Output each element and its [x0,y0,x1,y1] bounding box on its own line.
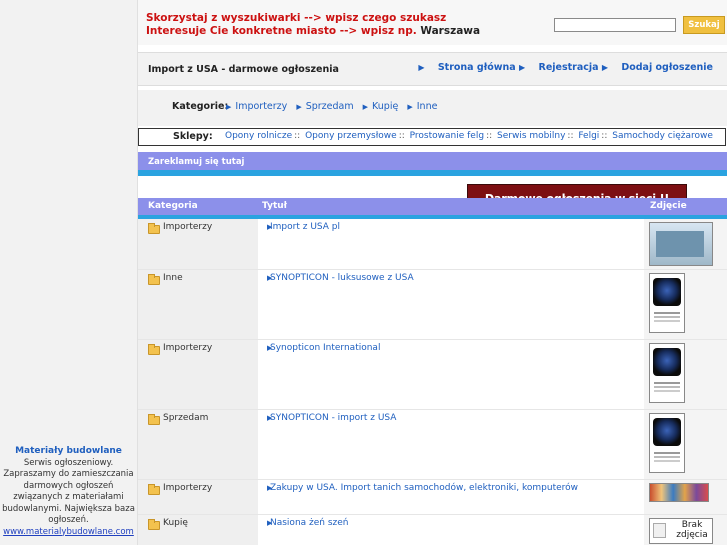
category-label: Kategorie: [172,101,229,112]
no-image-label: Brak zdjęcia [676,520,708,540]
folder-icon [148,519,160,530]
thumbnail-image[interactable] [649,222,713,266]
row-title-link[interactable]: Synopticon International [270,343,380,353]
row-title-link[interactable]: Zakupy w USA. Import tanich samochodów, … [270,483,578,493]
arrow-icon: ▶ [362,103,369,111]
search-hint-text: Skorzystaj z wyszukiwarki --> wpisz czeg… [146,12,480,38]
category-link-inne[interactable]: Inne [417,101,438,112]
hint-line1-b: wpisz czego szukasz [325,12,447,24]
column-header-category: Kategoria [148,201,198,211]
page-title: Import z USA - darmowe ogłoszenia [148,64,339,75]
category-link-sprzedam[interactable]: Sprzedam [306,101,354,112]
row-title-link[interactable]: SYNOPTICON - import z USA [270,413,396,423]
sidebar-ad-title[interactable]: Materiały budowlane [0,446,137,458]
shop-link[interactable]: Serwis mobilny [497,131,565,141]
row-title-link[interactable]: SYNOPTICON - luksusowe z USA [270,273,414,283]
row-title-link[interactable]: Import z USA pl [270,222,340,232]
category-bar: Kategorie: ▶ Importerzy ▶ Sprzedam ▶ Kupię … [138,90,727,214]
search-button[interactable]: Szukaj [683,16,725,34]
folder-icon [148,414,160,425]
table-row[interactable]: Inne ▶ SYNOPTICON - luksusowe z USA [138,270,727,340]
nav-register[interactable]: Rejestracja [539,62,599,73]
row-category: Inne [163,273,183,283]
arrow-icon: ▶ [407,103,413,111]
table-row[interactable]: Importerzy ▶ Synopticon International [138,340,727,410]
table-header: Kategoria Tytuł Zdjęcie [138,198,727,215]
top-navigation: ▶ Strona główna ▶ Rejestracja ▶ Dodaj og… [418,62,713,73]
arrow-icon: ▶ [226,103,232,111]
row-category: Kupię [163,518,188,528]
column-header-photo: Zdjęcie [650,201,687,211]
shops-links: Opony rolnicze:: Opony przemysłowe:: Pro… [225,131,713,141]
nav-add-ad[interactable]: Dodaj ogłoszenie [621,62,713,73]
category-link-importerzy[interactable]: Importerzy [235,101,287,112]
shop-link[interactable]: Felgi [578,131,599,141]
sidebar-ad-description: Serwis ogłoszeniowy. Zapraszamy do zamie… [2,457,135,526]
divider [138,170,727,176]
main-content: Skorzystaj z wyszukiwarki --> wpisz czeg… [138,0,727,545]
shop-link[interactable]: Samochody ciężarowe [612,131,713,141]
row-category: Importerzy [163,343,213,353]
title-bar: Import z USA - darmowe ogłoszenia ▶ Stro… [138,52,727,86]
table-row[interactable]: Importerzy ▶ Zakupy w USA. Import tanich … [138,480,727,515]
folder-icon [148,484,160,495]
row-category: Importerzy [163,222,213,232]
thumbnail-image[interactable] [649,273,685,333]
shop-link[interactable]: Opony przemysłowe [305,131,397,141]
hint-line2-b: wpisz np. [360,25,421,37]
search-header: Skorzystaj z wyszukiwarki --> wpisz czeg… [138,0,727,45]
row-category: Importerzy [163,483,213,493]
shop-link[interactable]: Opony rolnicze [225,131,292,141]
image-icon [653,523,666,538]
left-sidebar: Materiały budowlane Serwis ogłoszeniowy.… [0,0,138,545]
folder-icon [148,344,160,355]
sidebar-ad-box: Materiały budowlane Serwis ogłoszeniowy.… [0,446,137,538]
hint-line2-a: Interesuje Cie konkretne miasto --> [146,25,361,37]
arrow-icon: ▶ [418,63,425,72]
thumbnail-image[interactable] [649,413,685,473]
table-row[interactable]: Kupię ▶ Nasiona żeń szeń Brak zdjęcia [138,515,727,545]
row-category: Sprzedam [163,413,209,423]
folder-icon [148,223,160,234]
category-link-kupie[interactable]: Kupię [372,101,398,112]
column-header-title: Tytuł [262,201,287,211]
hint-line2-c: Warszawa [420,25,481,37]
table-row[interactable]: Sprzedam ▶ SYNOPTICON - import z USA [138,410,727,480]
hint-line1-a: Skorzystaj z wyszukiwarki --> [146,12,326,24]
arrow-icon: ▶ [519,63,526,72]
table-row[interactable]: Importerzy ▶ Import z USA pl [138,219,727,270]
shops-label: Sklepy: [173,131,213,142]
thumbnail-placeholder[interactable]: Brak zdjęcia [649,518,713,544]
folder-icon [148,274,160,285]
nav-home[interactable]: Strona główna [438,62,516,73]
sidebar-ad-link[interactable]: www.materialybudowlane.com [0,527,137,539]
row-title-link[interactable]: Nasiona żeń szeń [270,518,349,528]
shop-link[interactable]: Prostowanie felg [410,131,484,141]
arrow-icon: ▶ [601,63,609,72]
promo-bar: Zareklamuj się tutaj [138,152,727,170]
category-links: ▶ Importerzy ▶ Sprzedam ▶ Kupię ▶ Inne [226,101,443,112]
shops-bar: Sklepy: Opony rolnicze:: Opony przemysło… [138,128,726,146]
thumbnail-image[interactable] [649,483,709,502]
thumbnail-image[interactable] [649,343,685,403]
search-input[interactable] [554,18,676,32]
promo-link[interactable]: Zareklamuj się tutaj [148,157,244,167]
arrow-icon: ▶ [296,103,302,111]
